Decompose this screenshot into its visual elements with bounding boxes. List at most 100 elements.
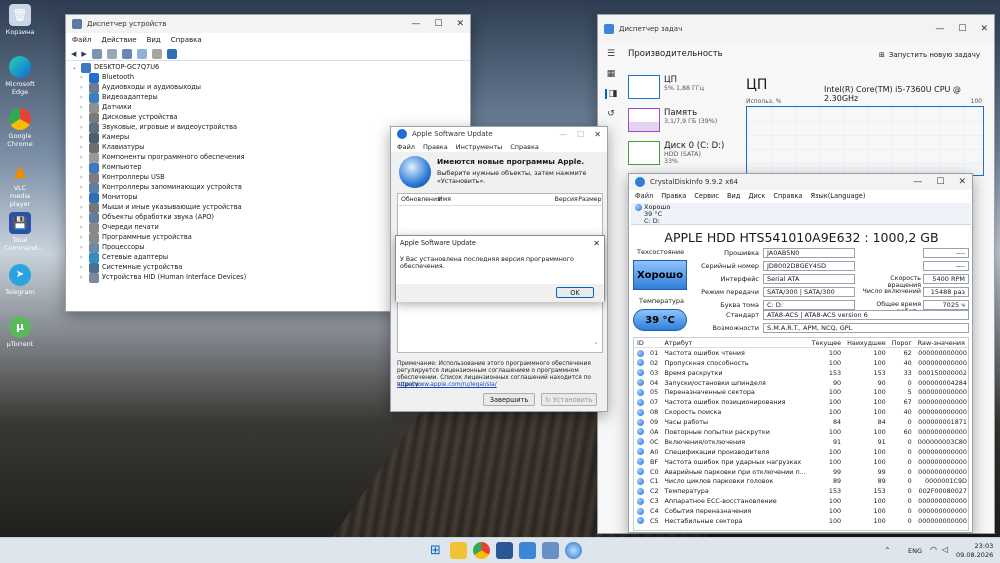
close-button[interactable]: ✕ (594, 130, 601, 139)
health-status-badge[interactable]: Хорошо (633, 260, 687, 290)
chevron-right-icon[interactable]: › (80, 143, 86, 152)
chevron-right-icon[interactable]: › (80, 193, 86, 202)
minimize-button[interactable]: — (411, 19, 420, 29)
crystal-menu-item[interactable]: Справка (773, 192, 802, 200)
scan-icon[interactable] (136, 48, 147, 59)
tray-chevron-icon[interactable]: ⌃ (884, 546, 891, 555)
chevron-right-icon[interactable]: › (80, 83, 86, 92)
menu-view[interactable]: Вид (147, 36, 161, 44)
maximize-button[interactable]: ☐ (577, 130, 584, 139)
list-icon[interactable] (106, 48, 117, 59)
chevron-right-icon[interactable]: › (80, 223, 86, 232)
language-indicator[interactable]: ENG (908, 547, 922, 555)
chevron-right-icon[interactable]: › (80, 163, 86, 172)
chevron-right-icon[interactable]: › (80, 93, 86, 102)
chevron-right-icon[interactable]: › (80, 153, 86, 162)
desktop-icon-edge[interactable]: Microsoft Edge (4, 56, 36, 96)
smart-row[interactable]: 02 Пропускная способность 100 100 40 00000000… (634, 358, 968, 368)
app-history-icon[interactable]: ↺ (607, 109, 615, 119)
minimize-button[interactable]: — (913, 177, 922, 187)
close-button[interactable]: ✕ (980, 24, 988, 34)
chevron-right-icon[interactable]: › (80, 233, 86, 242)
desktop-icon-chrome[interactable]: Google Chrome (4, 108, 36, 148)
smart-column-header[interactable]: ID (634, 338, 662, 349)
desktop-icon-utorrent[interactable]: µ µTorrent (4, 316, 36, 348)
desktop-icon-total-commander[interactable]: 💾 Total Command... (4, 212, 44, 252)
chevron-right-icon[interactable]: › (80, 123, 86, 132)
menu-action[interactable]: Действие (101, 36, 136, 44)
chevron-right-icon[interactable]: › (80, 263, 86, 272)
menu-tools[interactable]: Инструменты (456, 143, 503, 151)
menu-help[interactable]: Справка (510, 143, 539, 151)
chevron-right-icon[interactable]: › (80, 273, 86, 282)
smart-column-header[interactable]: Порог (888, 338, 915, 349)
maximize-button[interactable]: ☐ (958, 24, 966, 34)
smart-row[interactable]: C5 Нестабильные сектора 100 100 0 00000000000… (634, 516, 968, 526)
smart-row[interactable]: C2 Температура 153 153 0 002F00080027 (634, 486, 968, 496)
smart-row[interactable]: C3 Аппаратное ECC-восстановление 100 100 0 00… (634, 496, 968, 506)
chevron-right-icon[interactable]: › (80, 213, 86, 222)
device-category[interactable]: › Bluetooth (72, 73, 464, 83)
maximize-button[interactable]: ☐ (434, 19, 442, 29)
close-button[interactable]: ✕ (958, 177, 966, 187)
back-arrow-icon[interactable]: ◀ (71, 50, 76, 58)
device-category[interactable]: › Датчики (72, 103, 464, 113)
smart-row[interactable]: 07 Частота ошибок позиционирования 100 100 6… (634, 397, 968, 407)
help-icon[interactable] (121, 48, 132, 59)
close-button[interactable]: ✕ (456, 19, 464, 29)
speaker-icon[interactable]: ◁ (942, 545, 948, 554)
smart-column-header[interactable]: Наихудшее (844, 338, 889, 349)
desktop-icon-recycle-bin[interactable]: 🗑 Корзина (4, 4, 36, 36)
device-category[interactable]: › Видеоадаптеры (72, 93, 464, 103)
smart-row[interactable]: 08 Скорость поиска 100 100 40 000000000000 (634, 407, 968, 417)
minimize-button[interactable]: — (935, 24, 944, 34)
smart-row[interactable]: 0C Включения/отключения 91 91 0 000000003C80 (634, 437, 968, 447)
install-button[interactable]: ↻ Установить (541, 393, 597, 406)
crystal-menu-item[interactable]: Диск (748, 192, 765, 200)
chevron-right-icon[interactable]: › (80, 183, 86, 192)
apple-update-taskbar-icon[interactable] (565, 542, 582, 559)
device-category[interactable]: › Аудиовходы и аудиовыходы (72, 83, 464, 93)
printer-icon[interactable] (151, 48, 162, 59)
finish-button[interactable]: Завершить (483, 393, 535, 406)
dialog-close-button[interactable]: ✕ (593, 239, 600, 248)
smart-row[interactable]: C4 События переназначения 100 100 0 000000000… (634, 506, 968, 516)
crystal-menu-item[interactable]: Язык(Language) (810, 192, 865, 200)
perf-card-disk[interactable]: Диск 0 (C: D:) HDD (SATA) 33% (628, 141, 732, 177)
ok-button[interactable]: OK (556, 287, 594, 298)
desktop-icon-vlc[interactable]: ▲ VLC media player (4, 160, 36, 208)
smart-row[interactable]: C0 Аварийные парковки при отключении п...… (634, 467, 968, 477)
chevron-right-icon[interactable]: › (80, 253, 86, 262)
minimize-button[interactable]: — (559, 130, 567, 139)
crystal-menu-item[interactable]: Файл (635, 192, 653, 200)
task-manager-taskbar-icon[interactable] (519, 542, 536, 559)
crystal-menu-item[interactable]: Правка (661, 192, 686, 200)
device-category[interactable]: › Дисковые устройства (72, 113, 464, 123)
chevron-right-icon[interactable]: › (80, 73, 86, 82)
file-explorer-icon[interactable] (450, 542, 467, 559)
smart-column-header[interactable]: Атрибут (661, 338, 809, 349)
smart-row[interactable]: 09 Часы работы 84 84 0 000000001871 (634, 417, 968, 427)
chevron-right-icon[interactable]: › (80, 203, 86, 212)
start-windows-icon[interactable]: ⊞ (427, 542, 444, 559)
maximize-button[interactable]: ☐ (936, 177, 944, 187)
crystaldiskinfo-taskbar-icon[interactable] (542, 542, 559, 559)
smart-row[interactable]: 04 Запуски/остановки шпинделя 90 90 0 0000000… (634, 378, 968, 388)
monitor-icon[interactable] (166, 48, 177, 59)
performance-icon[interactable]: ◨ (604, 89, 617, 99)
chevron-down-icon[interactable]: ⌄ (72, 63, 78, 72)
menu-file[interactable]: Файл (72, 36, 91, 44)
smart-row[interactable]: C1 Число циклов парковки головок 89 89 0 0000… (634, 476, 968, 486)
chevron-down-icon[interactable]: ⌄ (593, 338, 599, 346)
smart-row[interactable]: 05 Переназначенные сектора 100 100 5 00000000… (634, 387, 968, 397)
processes-icon[interactable]: ▦ (607, 69, 616, 79)
smart-column-header[interactable]: Текущее (808, 338, 845, 349)
smart-row[interactable]: 0A Повторные попытки раскрутки 100 100 60 000… (634, 427, 968, 437)
menu-help[interactable]: Справка (171, 36, 202, 44)
chevron-right-icon[interactable]: › (80, 173, 86, 182)
menu-edit[interactable]: Правка (423, 143, 448, 151)
forward-arrow-icon[interactable]: ▶ (81, 50, 86, 58)
drive-tab[interactable]: Хорошо 39 °C C: D: (631, 203, 971, 225)
desktop-icon-telegram[interactable]: ➤ Telegram (4, 264, 36, 296)
smart-row[interactable]: BF Частота ошибок при ударных нагрузках 10… (634, 457, 968, 467)
